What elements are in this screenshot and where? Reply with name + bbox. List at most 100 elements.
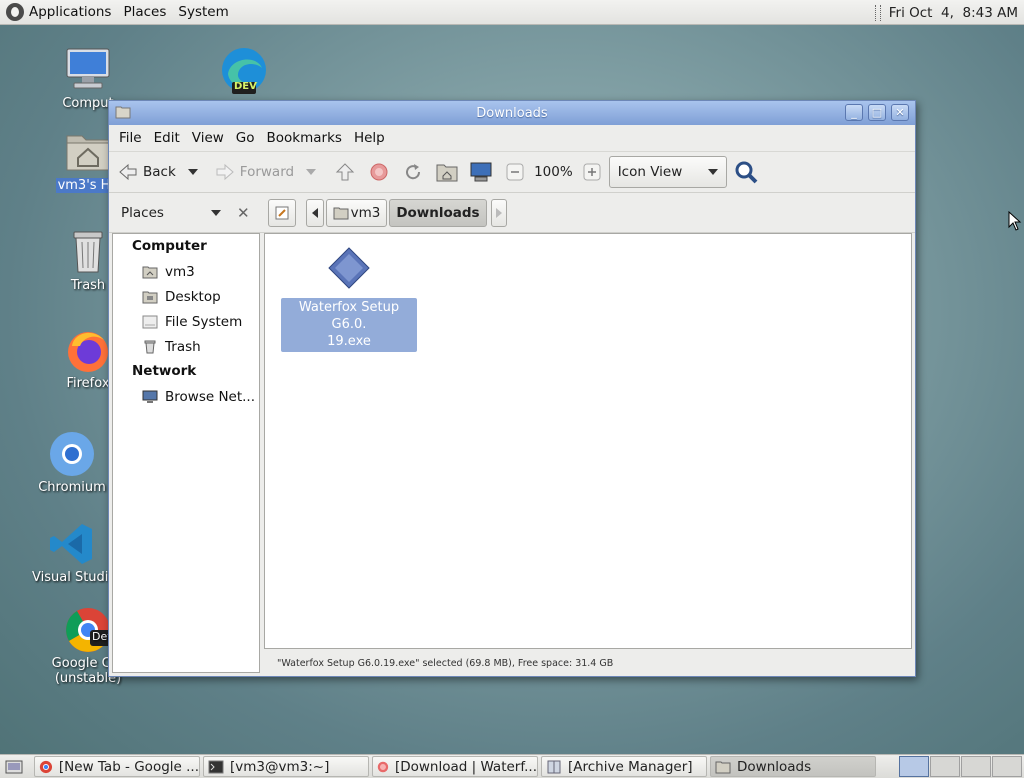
sidebar-item-label: File System	[165, 313, 243, 330]
menu-go[interactable]: Go	[230, 130, 261, 146]
desktop-icon-vscode[interactable]: Visual Studio C	[30, 520, 130, 585]
sidebar-item-label: Desktop	[165, 288, 221, 305]
clock[interactable]: Fri Oct 4, 8:43 AM	[889, 5, 1018, 21]
menu-bookmarks[interactable]: Bookmarks	[261, 130, 348, 146]
system-menu[interactable]: System	[172, 0, 234, 25]
crumb-scroll-left[interactable]	[305, 198, 324, 227]
sidebar-item-trash[interactable]: Trash	[113, 334, 259, 359]
sidebar-item-vm3[interactable]: vm3	[113, 259, 259, 284]
trash-icon	[144, 340, 156, 353]
bottom-panel: [New Tab - Google ... [vm3@vm3:~] [Downl…	[0, 754, 1024, 778]
minimize-button[interactable]: _	[845, 104, 863, 121]
desktop-icon-chromium[interactable]: Chromium	[30, 430, 114, 495]
trash-icon	[64, 228, 112, 276]
computer-icon	[64, 46, 112, 94]
terminal-icon	[208, 760, 224, 773]
sidebar-heading-network: Network	[132, 363, 197, 379]
zoom-level[interactable]: 100%	[534, 164, 573, 180]
back-label: Back	[143, 164, 176, 180]
sidebar-item-browse-network[interactable]: Browse Net...	[113, 384, 259, 409]
menu-edit[interactable]: Edit	[148, 130, 186, 146]
workspace-4[interactable]	[992, 756, 1022, 777]
workspace-1[interactable]	[899, 756, 929, 777]
drive-icon	[142, 315, 158, 328]
workspace-3[interactable]	[961, 756, 991, 777]
menu-help[interactable]: Help	[348, 130, 391, 146]
archive-icon	[547, 760, 561, 773]
menu-file[interactable]: File	[113, 130, 148, 146]
sidebar-type-select[interactable]: Places	[115, 205, 227, 221]
sidebar-item-file-system[interactable]: File System	[113, 309, 259, 334]
stop-icon[interactable]	[368, 161, 390, 183]
file-name-line2: 19.exe	[327, 334, 371, 349]
sidebar-item-label: vm3	[165, 263, 195, 280]
chevron-down-icon	[211, 209, 221, 216]
home-icon[interactable]	[436, 161, 458, 183]
computer-icon[interactable]	[470, 161, 492, 183]
up-arrow-icon[interactable]	[334, 161, 356, 183]
show-desktop-icon	[5, 760, 23, 773]
crumb-label: Downloads	[396, 204, 480, 221]
forward-label: Forward	[239, 164, 295, 180]
panel-handle[interactable]	[874, 4, 881, 21]
gnome-foot-icon	[6, 3, 24, 21]
back-history-dropdown[interactable]	[187, 169, 198, 175]
toggle-location-entry-button[interactable]	[267, 198, 296, 227]
system-menu-label: System	[178, 4, 229, 20]
forward-history-dropdown[interactable]	[306, 169, 317, 175]
close-sidebar-icon[interactable]: ✕	[237, 204, 250, 222]
crumb-downloads[interactable]: Downloads	[389, 198, 487, 227]
task-new-tab-google[interactable]: [New Tab - Google ...	[34, 756, 200, 777]
vscode-icon	[48, 520, 96, 568]
folder-icon	[715, 761, 731, 773]
crumb-vm3[interactable]: vm3	[325, 198, 388, 227]
desktop-icon-label: Chromium	[38, 480, 106, 495]
file-name-line1: Waterfox Setup G6.0.	[298, 300, 400, 332]
applications-menu[interactable]: Applications	[0, 0, 117, 25]
folder-icon	[115, 105, 131, 123]
top-panel: Applications Places System Fri Oct 4, 8:…	[0, 0, 1024, 25]
close-button[interactable]: ✕	[891, 104, 909, 121]
sidebar-item-label: Trash	[165, 338, 201, 355]
sidebar-item-desktop[interactable]: Desktop	[113, 284, 259, 309]
window-titlebar[interactable]: Downloads _ □ ✕	[109, 101, 915, 125]
zoom-out-icon[interactable]	[504, 161, 526, 183]
forward-button[interactable]: Forward	[214, 161, 294, 183]
window-title: Downloads	[476, 105, 548, 121]
file-item-caption: Waterfox Setup G6.0. 19.exe	[281, 298, 417, 352]
browser-icon	[377, 761, 389, 772]
back-arrow-icon	[117, 161, 139, 183]
crumb-scroll-right[interactable]	[490, 198, 507, 227]
places-sidebar: Computer vm3 Desktop File System Trash N…	[112, 233, 260, 673]
task-archive-manager[interactable]: [Archive Manager]	[541, 756, 707, 777]
task-terminal[interactable]: [vm3@vm3:~]	[203, 756, 369, 777]
status-bar: "Waterfox Setup G6.0.19.exe" selected (6…	[277, 658, 614, 669]
view-mode-select[interactable]: Icon View	[608, 156, 727, 188]
sidebar-item-label: Browse Net...	[165, 388, 256, 405]
task-label: [vm3@vm3:~]	[230, 758, 330, 775]
file-item[interactable]: Waterfox Setup G6.0. 19.exe	[281, 246, 417, 352]
pencil-icon	[275, 206, 289, 219]
toolbar: Back Forward 100% Icon View	[109, 151, 915, 193]
back-button[interactable]: Back	[117, 161, 176, 183]
task-label: [New Tab - Google ...	[58, 758, 199, 775]
exe-file-icon	[328, 247, 370, 289]
task-label: [Download | Waterf...	[394, 758, 537, 775]
search-icon[interactable]	[733, 161, 759, 184]
menu-view[interactable]: View	[186, 130, 230, 146]
file-view[interactable]: Waterfox Setup G6.0. 19.exe	[264, 233, 912, 649]
applications-menu-label: Applications	[29, 4, 112, 20]
menubar: File Edit View Go Bookmarks Help	[109, 125, 915, 151]
places-menu[interactable]: Places	[117, 0, 172, 25]
location-bar: Places ✕ vm3 Downloads	[109, 193, 915, 233]
task-download-waterfox[interactable]: [Download | Waterf...	[372, 756, 538, 777]
zoom-in-icon[interactable]	[581, 161, 603, 183]
chevron-down-icon	[707, 169, 718, 175]
maximize-button[interactable]: □	[868, 104, 886, 121]
view-mode-value: Icon View	[617, 164, 683, 180]
workspace-2[interactable]	[930, 756, 960, 777]
show-desktop-button[interactable]	[2, 756, 26, 777]
edge-dev-icon: DEV	[220, 46, 268, 94]
reload-icon[interactable]	[402, 161, 424, 183]
task-downloads[interactable]: Downloads	[710, 756, 876, 777]
